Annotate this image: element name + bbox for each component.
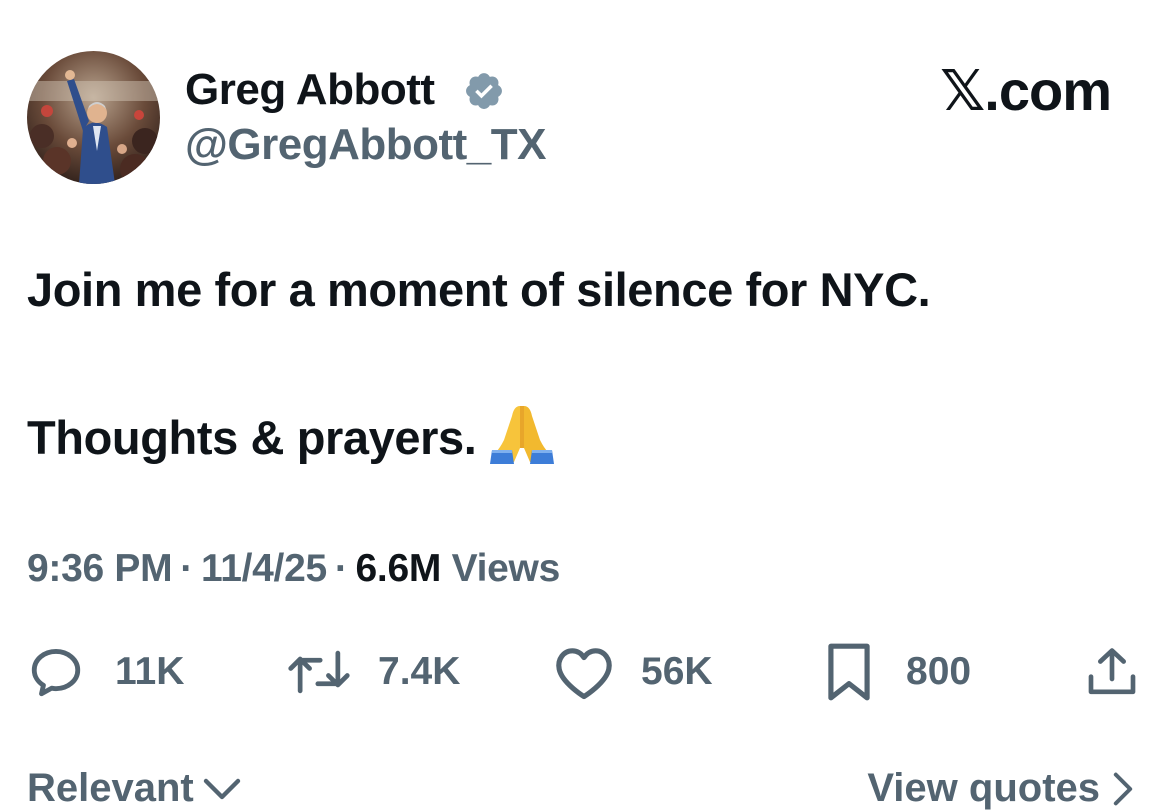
tweet-text-line2: Thoughts & prayers. — [27, 402, 555, 476]
profile-photo-icon — [27, 51, 160, 184]
tweet-time[interactable]: 9:36 PM — [27, 547, 173, 590]
heart-icon — [556, 648, 612, 700]
view-quotes-link[interactable]: View quotes — [867, 766, 1134, 811]
bookmark-icon — [828, 643, 870, 701]
share-icon — [1088, 648, 1136, 695]
bookmark-button[interactable]: 800 — [824, 640, 971, 704]
tweet-text-line1: Join me for a moment of silence for NYC. — [27, 263, 931, 316]
folded-hands-icon — [490, 402, 555, 476]
reply-icon — [31, 649, 81, 697]
brand-label: 𝕏.com — [940, 59, 1112, 122]
handle[interactable]: @GregAbbott_TX — [185, 119, 547, 171]
view-quotes-label: View quotes — [867, 766, 1100, 810]
chevron-down-icon — [203, 778, 240, 799]
meta-separator: · — [334, 547, 348, 590]
bookmark-count: 800 — [906, 650, 972, 693]
views-count: 6.6M — [355, 547, 442, 590]
reply-button[interactable]: 11K — [27, 640, 184, 704]
tweet-date[interactable]: 11/4/25 — [201, 547, 327, 590]
views-label: Views — [451, 547, 561, 590]
display-name[interactable]: Greg Abbott — [185, 64, 435, 116]
reply-count: 11K — [115, 650, 185, 693]
sort-label: Relevant — [27, 766, 194, 810]
avatar[interactable] — [27, 51, 160, 184]
tweet-text-line2-text: Thoughts & prayers. — [27, 411, 477, 464]
share-button[interactable] — [1084, 640, 1140, 704]
like-count: 56K — [641, 650, 713, 693]
meta-separator: · — [180, 547, 193, 590]
repost-icon — [288, 650, 350, 694]
repost-button[interactable]: 7.4K — [286, 640, 460, 704]
like-button[interactable]: 56K — [553, 640, 713, 704]
chevron-right-icon — [1113, 772, 1133, 805]
repost-count: 7.4K — [378, 650, 461, 693]
verified-badge-icon[interactable] — [463, 70, 505, 112]
tweet-meta: 9:36 PM · 11/4/25 · 6.6M Views — [27, 543, 560, 595]
sort-dropdown[interactable]: Relevant — [27, 766, 242, 811]
